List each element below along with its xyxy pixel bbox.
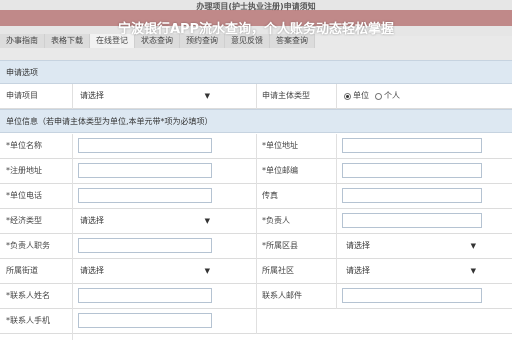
chevron-down-icon: ▼ [204, 92, 210, 100]
radio-person-label: 个人 [384, 91, 400, 100]
fax-input[interactable] [342, 188, 482, 203]
chevron-down-icon: ▼ [204, 217, 210, 225]
column-divider [336, 134, 337, 309]
unit-postcode-input[interactable] [342, 163, 482, 178]
unit-address-input[interactable] [342, 138, 482, 153]
street-value: 请选择 [80, 266, 104, 275]
legal-person-label: *负责人 [262, 216, 290, 225]
contact-mobile-label: *联系人手机 [6, 316, 50, 325]
radio-unit-label: 单位 [353, 91, 369, 100]
fax-label: 传真 [262, 191, 278, 200]
apply-item-value: 请选择 [80, 91, 104, 100]
reg-address-label: *注册地址 [6, 166, 42, 175]
street-label: 所属街道 [6, 266, 38, 275]
street-select[interactable]: 请选择 ▼ [80, 264, 210, 278]
region-label: *所属区县 [262, 241, 298, 250]
application-form: 申请选项 申请项目 请选择 ▼ 申请主体类型 单位 个人 单位信息（若申请主体类… [0, 60, 512, 340]
reg-address-input[interactable] [78, 163, 212, 178]
contact-email-input[interactable] [342, 288, 482, 303]
radio-unit[interactable] [344, 92, 351, 100]
chevron-down-icon: ▼ [470, 242, 476, 250]
contact-mobile-input[interactable] [78, 313, 212, 328]
economy-type-value: 请选择 [80, 216, 104, 225]
column-divider [72, 134, 73, 340]
unit-phone-input[interactable] [78, 188, 212, 203]
unit-name-input[interactable] [78, 138, 212, 153]
unit-phone-label: *单位电话 [6, 191, 42, 200]
unit-address-label: *单位地址 [262, 141, 298, 150]
column-divider [336, 84, 337, 109]
subject-type-label: 申请主体类型 [262, 91, 310, 100]
unit-postcode-label: *单位邮编 [262, 166, 298, 175]
contact-name-input[interactable] [78, 288, 212, 303]
column-divider [72, 84, 73, 109]
community-label: 所属社区 [262, 266, 294, 275]
overlay-caption: 宁波银行APP流水查询，个人账务动态轻松掌握 [117, 22, 395, 37]
region-value: 请选择 [346, 241, 370, 250]
contact-name-label: *联系人姓名 [6, 291, 50, 300]
legal-duty-label: *负责人职务 [6, 241, 50, 250]
legal-person-input[interactable] [342, 213, 482, 228]
apply-item-label: 申请项目 [6, 91, 38, 100]
column-divider [256, 84, 257, 109]
chevron-down-icon: ▼ [204, 267, 210, 275]
community-value: 请选择 [346, 266, 370, 275]
legal-duty-input[interactable] [78, 238, 212, 253]
apply-item-select[interactable]: 请选择 ▼ [80, 89, 210, 103]
chevron-down-icon: ▼ [470, 267, 476, 275]
section-unit-info: 单位信息（若申请主体类型为单位,本单元带*项为必填项） [0, 109, 512, 133]
unit-name-label: *单位名称 [6, 141, 42, 150]
economy-type-label: *经济类型 [6, 216, 42, 225]
economy-type-select[interactable]: 请选择 ▼ [80, 214, 210, 228]
region-select[interactable]: 请选择 ▼ [346, 239, 476, 253]
section-apply-options: 申请选项 [0, 60, 512, 84]
contact-email-label: 联系人邮件 [262, 291, 302, 300]
column-divider [256, 134, 257, 334]
community-select[interactable]: 请选择 ▼ [346, 264, 476, 278]
radio-person[interactable] [375, 92, 382, 100]
subject-type-radio-group: 单位 个人 [344, 90, 406, 102]
